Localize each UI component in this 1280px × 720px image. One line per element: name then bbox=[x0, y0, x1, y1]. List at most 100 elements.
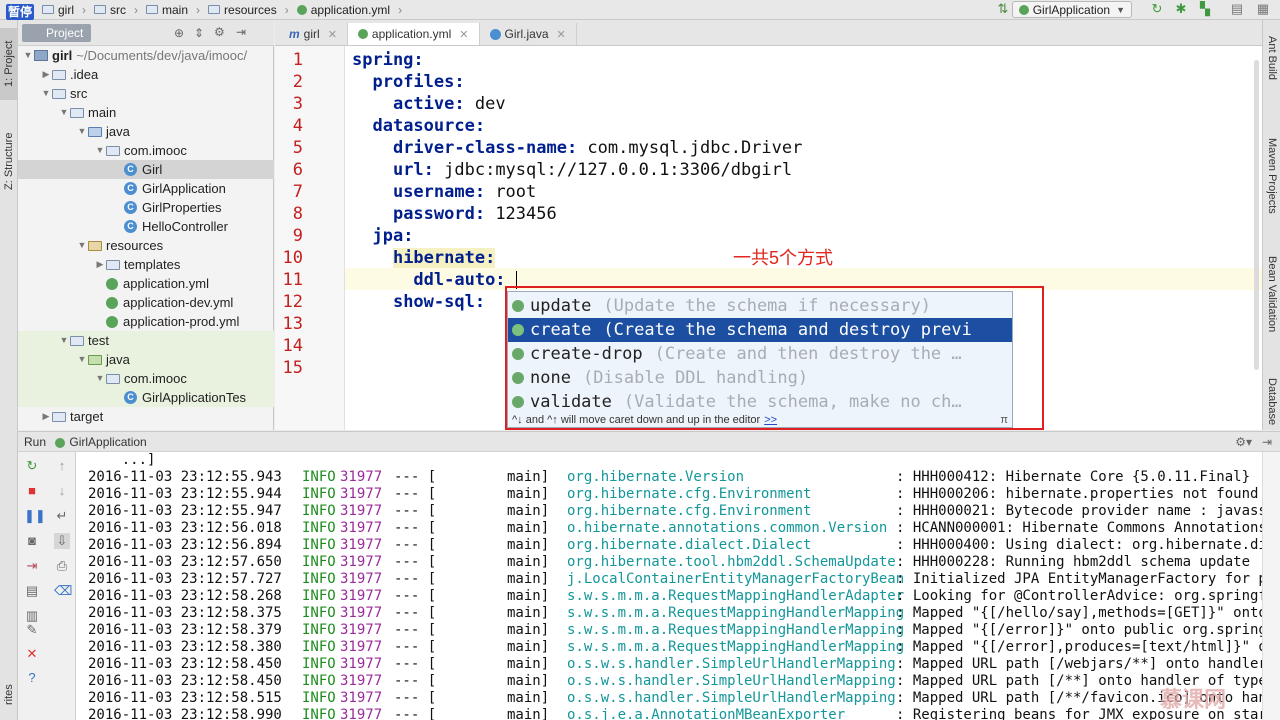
tree-item[interactable]: ▼ java bbox=[18, 350, 274, 369]
editor-scrollbar[interactable] bbox=[1254, 60, 1259, 370]
tree-item[interactable]: ▼ src bbox=[18, 84, 274, 103]
expanded-arrow-icon[interactable]: ▼ bbox=[94, 369, 106, 388]
rerun-icon[interactable]: ↻ bbox=[1150, 2, 1164, 16]
breadcrumb-item[interactable]: girl › bbox=[42, 3, 86, 17]
expanded-arrow-icon[interactable]: ▼ bbox=[40, 84, 52, 103]
scroll-up-icon[interactable]: ↑ bbox=[54, 458, 70, 474]
tree-item[interactable]: ▼ main bbox=[18, 103, 274, 122]
scroll-to-end-icon[interactable]: ⇩ bbox=[54, 533, 70, 549]
tree-item[interactable]: C Girl bbox=[18, 160, 274, 179]
run-configuration-select[interactable]: GirlApplication ▼ bbox=[1011, 1, 1132, 18]
close-icon[interactable]: ✕ bbox=[557, 28, 566, 41]
pause-badge: 暂停 bbox=[6, 4, 35, 20]
hide-icon[interactable]: ⇥ bbox=[236, 25, 246, 39]
tree-item-label: girl bbox=[52, 48, 73, 63]
breadcrumb-item[interactable]: application.yml › bbox=[296, 3, 402, 17]
expanded-arrow-icon[interactable]: ▼ bbox=[58, 331, 70, 350]
tree-item[interactable]: application-prod.yml bbox=[18, 312, 274, 331]
tree-item[interactable]: ▼ com.imooc bbox=[18, 369, 274, 388]
ant-build-tool-tab[interactable]: Ant Build bbox=[1263, 36, 1280, 106]
structure-tool-tab[interactable]: Z: Structure bbox=[0, 116, 18, 206]
close-icon[interactable]: ✕ bbox=[459, 28, 468, 41]
favorites-tool-tab[interactable]: rites bbox=[0, 670, 18, 720]
expanded-arrow-icon[interactable]: ▼ bbox=[22, 46, 34, 65]
sdk-icon[interactable]: ▦ bbox=[1256, 2, 1270, 16]
expanded-arrow-icon[interactable]: ▼ bbox=[94, 141, 106, 160]
tree-item[interactable]: application-dev.yml bbox=[18, 293, 274, 312]
tree-item[interactable]: C GirlApplication bbox=[18, 179, 274, 198]
close-icon[interactable]: ✕ bbox=[328, 28, 337, 41]
project-view-select[interactable]: Project bbox=[22, 24, 92, 42]
tree-item[interactable]: C GirlApplicationTes bbox=[18, 388, 274, 407]
log-pid: 31977 bbox=[340, 520, 383, 536]
editor-tab-label: application.yml bbox=[371, 27, 452, 41]
gear-icon[interactable]: ⚙▾ bbox=[1235, 432, 1252, 452]
class-icon: C bbox=[124, 220, 137, 233]
tree-item[interactable]: ▼ girl ~/Documents/dev/java/imooc/ bbox=[18, 46, 274, 65]
project-panel: Project ⊕ ⇕ ⚙ ⇥ ▼ girl ~/Documents/dev/jav… bbox=[18, 20, 274, 430]
test-folder-icon bbox=[88, 354, 102, 365]
close-icon[interactable]: ✕ bbox=[24, 646, 40, 662]
database-tool-tab[interactable]: Database bbox=[1263, 378, 1280, 430]
breadcrumb-item[interactable]: main › bbox=[146, 3, 200, 17]
tree-item[interactable]: C HelloController bbox=[18, 217, 274, 236]
log-separator: --- [ bbox=[394, 469, 437, 485]
debug-icon[interactable]: ✱ bbox=[1174, 2, 1188, 16]
print-icon[interactable]: ⎙ bbox=[54, 558, 70, 574]
log-message: : Mapped "{[/error],produces=[text/html]… bbox=[896, 639, 1262, 655]
tree-item[interactable]: ▼ test bbox=[18, 331, 274, 350]
collapsed-arrow-icon[interactable]: ▶ bbox=[40, 65, 52, 84]
project-structure-icon[interactable]: ▤ bbox=[1230, 2, 1244, 16]
tree-item[interactable]: ▶ templates bbox=[18, 255, 274, 274]
clear-icon[interactable]: ⌫ bbox=[54, 583, 72, 599]
tree-item[interactable]: ▼ resources bbox=[18, 236, 274, 255]
log-timestamp: 2016-11-03 23:12:57.650 bbox=[88, 554, 282, 570]
bean-validation-tool-tab[interactable]: Bean Validation bbox=[1263, 256, 1280, 346]
rerun-icon[interactable]: ↻ bbox=[24, 458, 40, 474]
exit-icon[interactable]: ⇥ bbox=[24, 558, 40, 574]
expanded-arrow-icon[interactable]: ▼ bbox=[76, 122, 88, 141]
gear-icon[interactable]: ⚙ bbox=[214, 25, 225, 39]
stop-icon[interactable]: ■ bbox=[24, 483, 40, 499]
editor-tab[interactable]: Girl.java ✕ bbox=[480, 23, 577, 45]
expanded-arrow-icon[interactable]: ▼ bbox=[76, 350, 88, 369]
crosshair-icon[interactable]: ⊕ bbox=[174, 26, 184, 40]
breadcrumb-item[interactable]: src › bbox=[94, 3, 138, 17]
console-output[interactable]: ...] 2016-11-03 23:12:55.943 INFO 31977 ---… bbox=[76, 452, 1262, 720]
tree-item-path: ~/Documents/dev/java/imooc/ bbox=[76, 48, 248, 63]
log-level: INFO bbox=[302, 469, 336, 485]
tree-item[interactable]: application.yml bbox=[18, 274, 274, 293]
layout-icon[interactable]: ▤ bbox=[24, 583, 40, 599]
expanded-arrow-icon[interactable]: ▼ bbox=[58, 103, 70, 122]
collapse-icon[interactable]: ⇕ bbox=[194, 26, 204, 40]
expanded-arrow-icon[interactable]: ▼ bbox=[76, 236, 88, 255]
pin-icon[interactable]: ✎ bbox=[24, 622, 40, 638]
log-thread: main] bbox=[507, 622, 550, 638]
scroll-down-icon[interactable]: ↓ bbox=[54, 483, 70, 499]
tree-item[interactable]: C GirlProperties bbox=[18, 198, 274, 217]
tree-item[interactable]: ▶ target bbox=[18, 407, 274, 426]
editor-tab[interactable]: application.yml ✕ bbox=[347, 23, 480, 45]
coverage-icon[interactable]: ▚ bbox=[1198, 2, 1212, 16]
tree-item-label: com.imooc bbox=[124, 143, 187, 158]
folder-icon bbox=[106, 373, 120, 384]
breadcrumb-item[interactable]: resources › bbox=[208, 3, 289, 17]
collapsed-arrow-icon[interactable]: ▶ bbox=[94, 255, 106, 274]
camera-icon[interactable]: ◙ bbox=[24, 533, 40, 549]
pause-icon[interactable]: ❚❚ bbox=[24, 508, 46, 524]
collapsed-arrow-icon[interactable]: ▶ bbox=[40, 407, 52, 426]
help-icon[interactable]: ? bbox=[24, 670, 40, 686]
soft-wrap-icon[interactable]: ↵ bbox=[54, 508, 70, 524]
maven-projects-tool-tab[interactable]: Maven Projects bbox=[1263, 138, 1280, 222]
build-project-icon[interactable]: ⇅ bbox=[996, 2, 1010, 16]
log-thread: main] bbox=[507, 486, 550, 502]
editor-tab[interactable]: m girl ✕ bbox=[279, 23, 348, 45]
tree-item[interactable]: ▶ .idea bbox=[18, 65, 274, 84]
tree-item-label: resources bbox=[106, 238, 164, 253]
tree-item[interactable]: ▼ java bbox=[18, 122, 274, 141]
console-scrollbar[interactable] bbox=[1262, 452, 1280, 720]
hide-panel-icon[interactable]: ⇥ bbox=[1262, 432, 1272, 452]
tree-item[interactable]: ▼ com.imooc bbox=[18, 141, 274, 160]
project-tool-tab[interactable]: 1: Project bbox=[0, 28, 18, 100]
run-config-tab[interactable]: GirlApplication bbox=[69, 435, 146, 449]
